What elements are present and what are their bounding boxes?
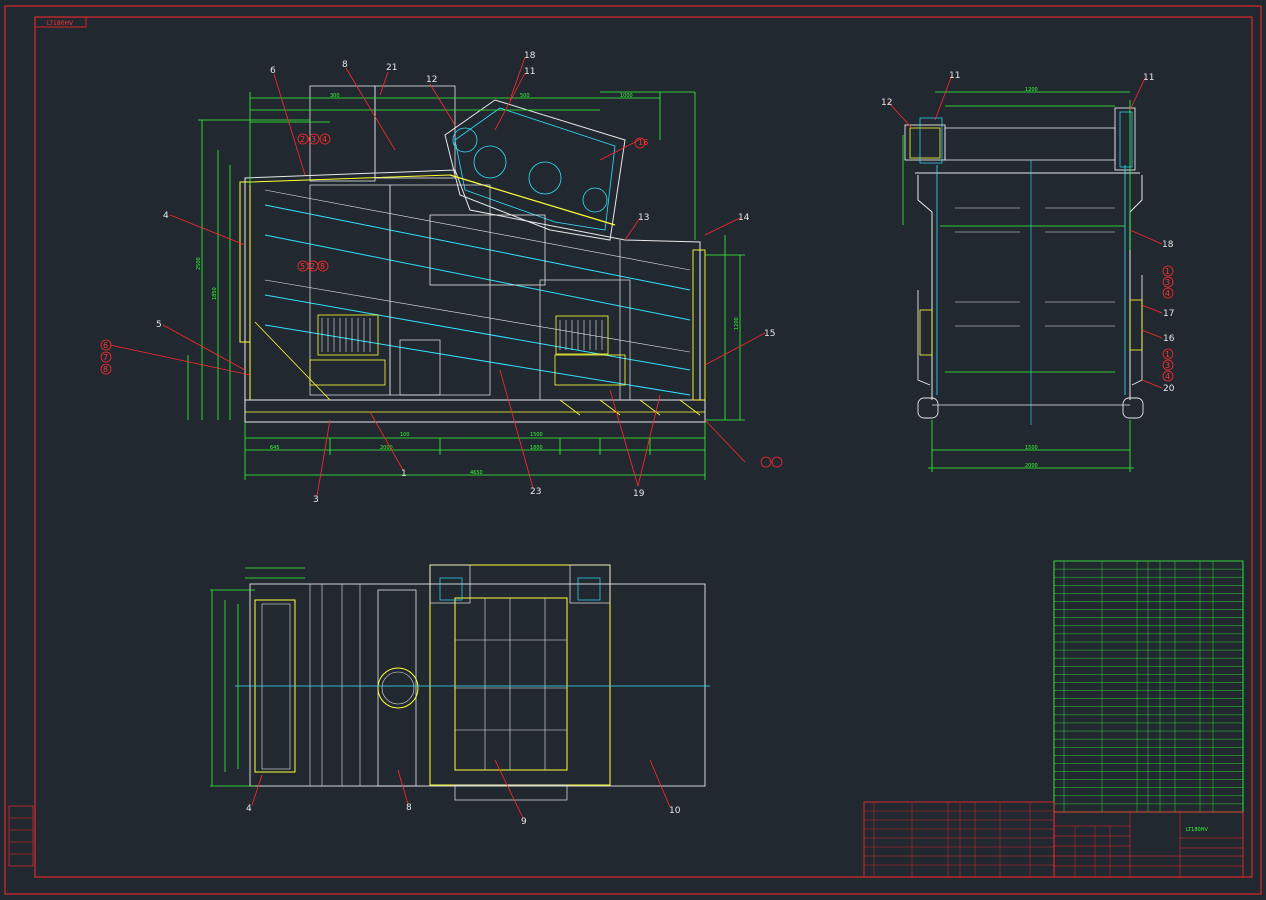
svg-text:100: 100 <box>400 432 410 438</box>
front-balloon-left-7: 7 <box>103 353 108 362</box>
plan-view-leaders <box>251 759 671 819</box>
front-balloon-left-8: 8 <box>103 365 108 374</box>
front-balloons <box>100 133 783 468</box>
front-leader-6: 6 <box>270 66 276 76</box>
side-view-leaders <box>887 74 1163 389</box>
front-balloon-mid-2: 2 <box>310 262 315 271</box>
front-balloon-top-2: 2 <box>300 135 305 144</box>
front-leader-8: 8 <box>342 60 348 70</box>
front-leader-23: 23 <box>530 487 541 497</box>
side-balloon-a-4: 4 <box>1165 289 1170 298</box>
side-balloon-b-4: 4 <box>1165 372 1170 381</box>
front-leader-5: 5 <box>156 320 162 330</box>
side-leader-11a: 11 <box>949 71 960 81</box>
front-leader-19: 19 <box>633 489 645 499</box>
side-balloon-b-1: 1 <box>1165 350 1170 359</box>
svg-text:4650: 4650 <box>470 470 483 476</box>
side-view: 1200 1500 2000 <box>902 87 1144 472</box>
front-leader-12: 12 <box>426 75 437 85</box>
svg-text:1850: 1850 <box>212 287 218 300</box>
svg-text:1500: 1500 <box>530 432 543 438</box>
front-leader-3: 3 <box>313 495 319 505</box>
svg-text:1500: 1500 <box>1025 445 1038 451</box>
front-leader-1: 1 <box>401 469 407 479</box>
svg-text:2000: 2000 <box>1025 463 1038 469</box>
front-leader-15: 15 <box>764 329 775 339</box>
svg-text:1800: 1800 <box>530 445 543 451</box>
side-leader-17: 17 <box>1163 309 1174 319</box>
plan-leader-4: 4 <box>246 804 252 814</box>
front-leader-4: 4 <box>163 211 169 221</box>
svg-text:1000: 1000 <box>620 93 633 99</box>
side-balloon-b-3: 3 <box>1165 361 1170 370</box>
plan-leader-9: 9 <box>521 817 527 827</box>
side-leader-18: 18 <box>1162 240 1174 250</box>
side-leader-12: 12 <box>881 98 892 108</box>
side-balloon-a-1: 1 <box>1165 267 1170 276</box>
front-view-leaders <box>109 56 766 497</box>
svg-text:300: 300 <box>330 93 340 99</box>
svg-text:2500: 2500 <box>196 257 202 270</box>
svg-text:645: 645 <box>270 445 280 451</box>
stamp-text: LT180HV <box>47 20 74 27</box>
front-leader-14: 14 <box>738 213 750 223</box>
front-balloon-top-3: 3 <box>311 135 316 144</box>
drawing-number: LT180HV <box>1186 827 1208 833</box>
svg-text:1200: 1200 <box>1025 87 1038 93</box>
plan-view <box>210 564 710 801</box>
front-balloon-top-4: 4 <box>322 135 327 144</box>
side-balloon-a-3: 3 <box>1165 278 1170 287</box>
front-balloon-mid-8: 8 <box>320 262 325 271</box>
title-block: LT180HV <box>863 801 1244 878</box>
parts-list-frame <box>1053 560 1244 813</box>
front-leader-11: 11 <box>524 67 535 77</box>
plan-leader-8: 8 <box>406 803 412 813</box>
svg-text:500: 500 <box>520 93 530 99</box>
front-balloon-left-6: 6 <box>103 341 108 350</box>
front-leader-21: 21 <box>386 63 397 73</box>
front-leader-18: 18 <box>524 51 536 61</box>
side-leader-11b: 11 <box>1143 73 1154 83</box>
front-balloon-mid-5: 5 <box>300 262 305 271</box>
side-leader-20: 20 <box>1163 384 1175 394</box>
front-leader-13: 13 <box>638 213 649 223</box>
parts-list <box>1053 560 1244 813</box>
plan-leader-10: 10 <box>669 806 681 816</box>
side-leader-16: 16 <box>1163 334 1175 344</box>
svg-text:1200: 1200 <box>734 317 740 330</box>
front-view: 4650 645 2000 1800 100 1500 1000 500 300… <box>187 85 745 480</box>
cad-drawing: LT180HV 4650 645 2000 1800 100 1500 1000… <box>4 5 1262 895</box>
